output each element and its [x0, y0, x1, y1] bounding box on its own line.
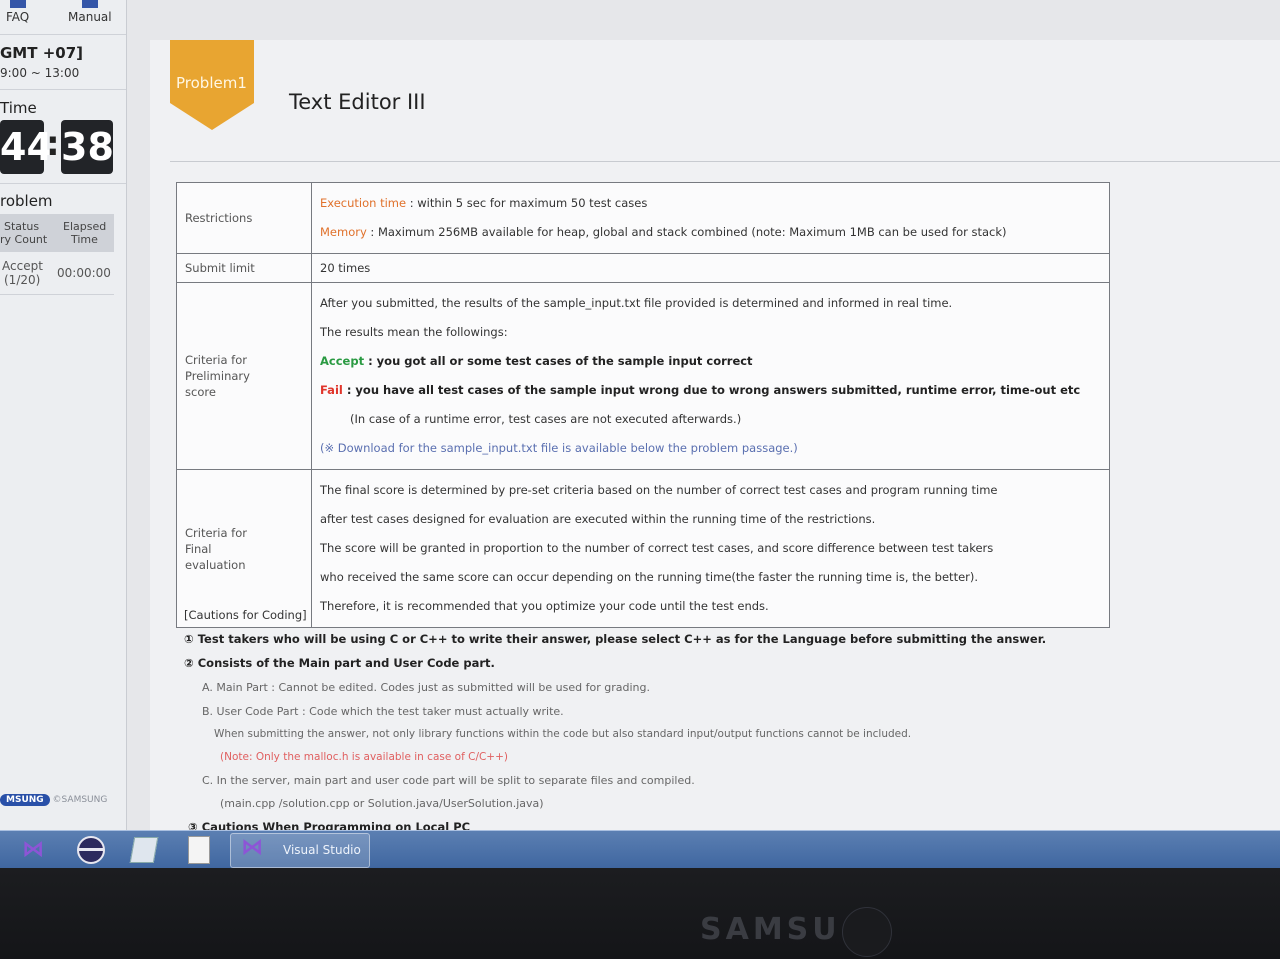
fail-line: Fail : you have all test cases of the sa… — [320, 376, 1101, 405]
preliminary-label-line: Criteria for — [185, 353, 247, 367]
preliminary-label-line: Preliminary — [185, 369, 250, 383]
accept-value: : you got all or some test cases of the … — [364, 354, 753, 368]
timezone: GMT +07] — [0, 44, 83, 62]
memory-value: : Maximum 256MB available for heap, glob… — [366, 225, 1007, 239]
monitor-bezel — [0, 868, 1280, 959]
eclipse-icon[interactable] — [77, 836, 105, 864]
samsung-logo: MSUNG — [0, 794, 50, 806]
caution-subitem: C. In the server, main part and user cod… — [202, 774, 695, 787]
final-label-line: evaluation — [185, 557, 246, 572]
preliminary-label-line: score — [185, 385, 216, 399]
problem-label: roblem — [0, 192, 53, 210]
final-line: after test cases designed for evaluation… — [320, 512, 876, 526]
divider — [0, 294, 114, 295]
elapsed-header: Elapsed — [63, 220, 107, 233]
caution-subitem: B. User Code Part : Code which the test … — [202, 705, 564, 718]
elapsed-value: 00:00:00 — [57, 266, 111, 280]
submit-limit-value: 20 times — [311, 253, 1110, 283]
final-line: The final score is determined by pre-set… — [320, 483, 998, 497]
accept-key: Accept — [320, 354, 365, 368]
cautions-title: [Cautions for Coding] — [184, 608, 307, 622]
status-header: Status — [4, 220, 40, 233]
caution-note: (main.cpp /solution.cpp or Solution.java… — [220, 797, 544, 810]
title-divider — [170, 161, 1280, 162]
fail-value: : you have all test cases of the sample … — [342, 383, 1081, 397]
manual-link[interactable]: Manual — [68, 0, 112, 24]
caution-item: ① Test takers who will be using C or C++… — [184, 632, 1047, 646]
final-label-line: Final — [185, 541, 212, 556]
preliminary-line: After you submitted, the results of the … — [320, 296, 953, 310]
visual-studio-icon[interactable]: ⋈ — [18, 835, 48, 865]
page-title: Text Editor III — [289, 90, 426, 114]
document-icon[interactable] — [188, 836, 210, 864]
final-label: Criteria for Final evaluation — [176, 469, 312, 628]
fail-key: Fail — [320, 383, 343, 397]
timer-colon: : — [46, 124, 60, 164]
final-line: The score will be granted in proportion … — [320, 541, 994, 555]
final-line: Therefore, it is recommended that you op… — [320, 599, 769, 613]
accept-count: (1/20) — [4, 273, 41, 287]
problem-panel: Problem1 Text Editor III Restrictions Ex… — [150, 40, 1280, 840]
table-row: Criteria for Preliminary score After you… — [176, 282, 1110, 470]
caution-subitem: A. Main Part : Cannot be edited. Codes j… — [202, 681, 650, 694]
problem-info-table: Restrictions Execution time : within 5 s… — [176, 182, 1110, 628]
final-label-line: Criteria for — [185, 525, 247, 540]
execution-time-key: Execution time — [320, 196, 407, 210]
memory-line: Memory : Maximum 256MB available for hea… — [320, 218, 1101, 247]
caution-item: ② Consists of the Main part and User Cod… — [184, 656, 495, 670]
elapsed-header-time: Time — [71, 233, 98, 246]
final-line: who received the same score can occur de… — [320, 570, 979, 584]
monitor-brand: SAMSU — [700, 912, 841, 947]
preliminary-line: The results mean the followings: — [320, 325, 508, 339]
preliminary-cell: After you submitted, the results of the … — [311, 282, 1110, 470]
table-row: Submit limit 20 times — [176, 253, 1110, 283]
faq-link[interactable]: FAQ — [6, 0, 30, 24]
final-cell: The final score is determined by pre-set… — [311, 469, 1110, 628]
runtime-note: (In case of a runtime error, test cases … — [350, 412, 742, 426]
download-note: (※ Download for the sample_input.txt fil… — [320, 441, 798, 455]
table-row: Restrictions Execution time : within 5 s… — [176, 182, 1110, 254]
timer-seconds: 38 — [61, 120, 114, 174]
status-table-header: Status ry Count Elapsed Time — [0, 214, 114, 252]
caution-item: ③ Cautions When Programming on Local PC — [188, 820, 471, 830]
caution-red-note: (Note: Only the malloc.h is available in… — [220, 751, 509, 763]
problem-badge-label: Problem1 — [176, 74, 247, 92]
execution-time-line: Execution time : within 5 sec for maximu… — [320, 189, 1101, 218]
copyright: ©SAMSUNG — [52, 795, 108, 805]
execution-time-value: : within 5 sec for maximum 50 test cases — [406, 196, 648, 210]
preliminary-label: Criteria for Preliminary score — [176, 282, 312, 470]
accept-label: Accept — [2, 259, 43, 273]
accept-line: Accept : you got all or some test cases … — [320, 347, 1101, 376]
table-row: Criteria for Final evaluation The final … — [176, 469, 1110, 628]
faq-icon — [9, 0, 26, 8]
notepad-icon[interactable] — [129, 837, 159, 863]
faq-label: FAQ — [6, 10, 30, 24]
screen: FAQ Manual GMT +07] 9:00 ~ 13:00 Time 44… — [0, 0, 1280, 868]
memory-key: Memory — [320, 225, 367, 239]
restrictions-cell: Execution time : within 5 sec for maximu… — [311, 182, 1110, 254]
taskbar-item-label: Visual Studio — [283, 843, 361, 857]
time-range: 9:00 ~ 13:00 — [0, 66, 80, 80]
accept-status: Accept (1/20) — [2, 259, 43, 287]
try-count-header: ry Count — [0, 233, 48, 246]
monitor-power-button — [842, 907, 892, 957]
submit-limit-label: Submit limit — [176, 253, 312, 283]
manual-icon — [81, 0, 98, 8]
sidebar-top-links: FAQ Manual — [0, 0, 126, 35]
taskbar: ⋈ ⋈ Visual Studio — [0, 830, 1280, 868]
caution-note: When submitting the answer, not only lib… — [214, 728, 912, 740]
timer-minutes: 44 — [0, 120, 53, 174]
time-label: Time — [0, 99, 37, 117]
visual-studio-icon: ⋈ — [241, 835, 263, 860]
divider — [0, 89, 126, 90]
manual-label: Manual — [68, 10, 112, 24]
sidebar: FAQ Manual GMT +07] 9:00 ~ 13:00 Time 44… — [0, 0, 127, 830]
restrictions-label: Restrictions — [176, 182, 312, 254]
samsung-brand: MSUNG ©SAMSUNG — [0, 794, 107, 806]
divider — [0, 183, 126, 184]
taskbar-item-visual-studio[interactable]: ⋈ Visual Studio — [230, 833, 370, 868]
